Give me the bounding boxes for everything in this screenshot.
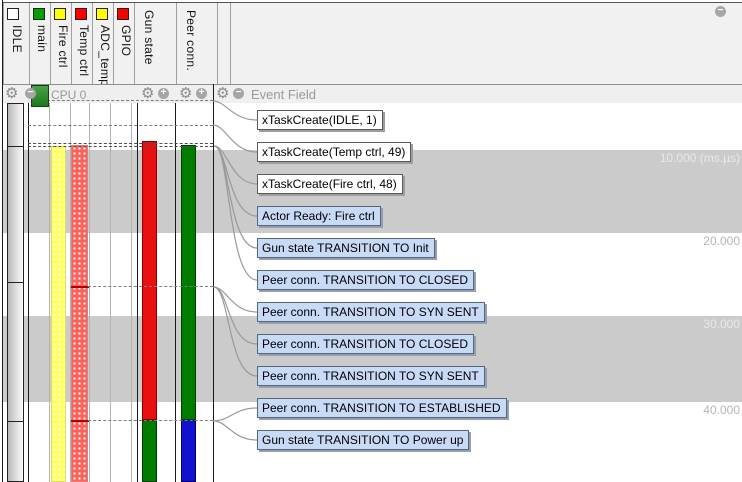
temp-ctrl-event-tick: [71, 286, 89, 288]
legend-label: GPIO: [119, 25, 133, 56]
event-label[interactable]: Actor Ready: Fire ctrl: [257, 206, 381, 226]
event-label[interactable]: Gun state TRANSITION TO Init: [257, 238, 435, 258]
event-connector: [213, 421, 257, 440]
legend-column-fire-ctrl[interactable]: Fire ctrl: [50, 3, 71, 85]
event-label[interactable]: Peer conn. TRANSITION TO CLOSED: [257, 334, 474, 354]
lane-line: [89, 103, 90, 482]
event-connector: [213, 101, 257, 120]
legend-column-gun-state[interactable]: Gun state: [134, 3, 176, 85]
legend-label: ADC_temp: [98, 25, 112, 86]
legend-label: main: [35, 25, 49, 52]
event-gridline: [28, 146, 213, 147]
cpu-group-collapse-button[interactable]: −: [25, 88, 36, 99]
lane-line: [110, 103, 111, 482]
peer-conn-bar-green[interactable]: [181, 145, 196, 420]
fire-ctrl-ready-bar[interactable]: [51, 146, 66, 482]
event-label[interactable]: Peer conn. TRANSITION TO ESTABLISHED: [257, 398, 507, 418]
view-settings-gear-icon[interactable]: ⚙: [5, 86, 18, 101]
peer-conn-bar-blue[interactable]: [181, 420, 196, 482]
event-connector: [213, 287, 257, 312]
idle-segment-divider: [8, 421, 23, 422]
event-label[interactable]: Peer conn. TRANSITION TO SYN SENT: [257, 366, 485, 386]
lane-line: [49, 103, 50, 482]
idle-segment-divider: [8, 146, 23, 147]
lane-line-gun-state-left: [137, 103, 138, 482]
event-label[interactable]: Peer conn. TRANSITION TO SYN SENT: [257, 302, 485, 322]
event-gridline: [28, 125, 213, 126]
event-label[interactable]: xTaskCreate(Fire ctrl, 48): [257, 174, 403, 194]
legend-label: Gun state: [142, 10, 156, 65]
legend-label: IDLE: [10, 25, 24, 53]
legend-column-empty: [217, 3, 230, 85]
event-gridline: [88, 420, 213, 421]
legend-column-peer-conn[interactable]: Peer conn.: [176, 3, 217, 85]
event-field-collapse-button[interactable]: −: [233, 88, 244, 99]
collapse-view-button[interactable]: −: [715, 6, 726, 17]
idle-segment-divider: [8, 282, 23, 283]
view-left-border: [2, 0, 3, 482]
temp-ctrl-event-tick: [71, 420, 89, 422]
time-tick-label: 40.000: [703, 403, 740, 417]
event-connector: [213, 408, 257, 421]
legend-label: Temp ctrl: [77, 25, 91, 76]
event-field-label: Event Field: [251, 87, 316, 102]
event-label[interactable]: xTaskCreate(IDLE, 1): [257, 110, 383, 130]
lane-line: [131, 103, 132, 482]
field-legend-band: IDLE main Fire ctrl Temp ctrl ADC_temp G…: [2, 2, 742, 84]
idle-task-bar[interactable]: [7, 103, 24, 482]
event-gridline: [28, 143, 213, 144]
trace-view: IDLE main Fire ctrl Temp ctrl ADC_temp G…: [0, 0, 742, 482]
legend-label: Fire ctrl: [56, 25, 70, 68]
gun-state-settings-gear-icon[interactable]: ⚙: [141, 86, 154, 101]
legend-column-idle[interactable]: IDLE: [3, 3, 29, 85]
time-tick-label: 20.000: [703, 234, 740, 248]
time-tick-label: 30.000: [703, 317, 740, 331]
time-tick-label: 10.000 (ms.µs): [660, 151, 740, 165]
event-gridline: [47, 100, 213, 101]
temp-ctrl-ready-bar[interactable]: [71, 145, 88, 482]
legend-column-divider: [230, 3, 231, 85]
peer-conn-settings-gear-icon[interactable]: ⚙: [179, 86, 192, 101]
main-color-swatch-icon: [33, 8, 45, 20]
gun-state-expand-button[interactable]: +: [158, 88, 169, 99]
temp-ctrl-color-swatch-icon: [75, 8, 87, 20]
event-gridline: [88, 286, 213, 287]
legend-column-temp-ctrl[interactable]: Temp ctrl: [71, 3, 92, 85]
time-band-30-40: [3, 316, 742, 402]
legend-column-main[interactable]: main: [29, 3, 50, 85]
event-connector: [213, 125, 257, 152]
adc-temp-color-swatch-icon: [96, 8, 108, 20]
event-label[interactable]: Gun state TRANSITION TO Power up: [257, 430, 469, 450]
lane-line-event-field-left: [213, 84, 214, 482]
gun-state-bar-green[interactable]: [142, 420, 157, 482]
idle-color-swatch-icon: [7, 8, 19, 20]
gun-state-bar-red[interactable]: [142, 141, 157, 420]
legend-label: Peer conn.: [184, 10, 198, 71]
peer-conn-expand-button[interactable]: +: [196, 88, 207, 99]
event-label[interactable]: xTaskCreate(Temp ctrl, 49): [257, 142, 411, 162]
gpio-color-swatch-icon: [117, 8, 129, 20]
legend-column-gpio[interactable]: GPIO: [113, 3, 134, 85]
event-label[interactable]: Peer conn. TRANSITION TO CLOSED: [257, 270, 474, 290]
fire-ctrl-color-swatch-icon: [54, 8, 66, 20]
event-field-settings-gear-icon[interactable]: ⚙: [216, 86, 229, 101]
lane-line-idle-right: [28, 103, 29, 482]
lane-line-peer-conn-left: [175, 103, 176, 482]
legend-column-adc-temp[interactable]: ADC_temp: [92, 3, 113, 85]
